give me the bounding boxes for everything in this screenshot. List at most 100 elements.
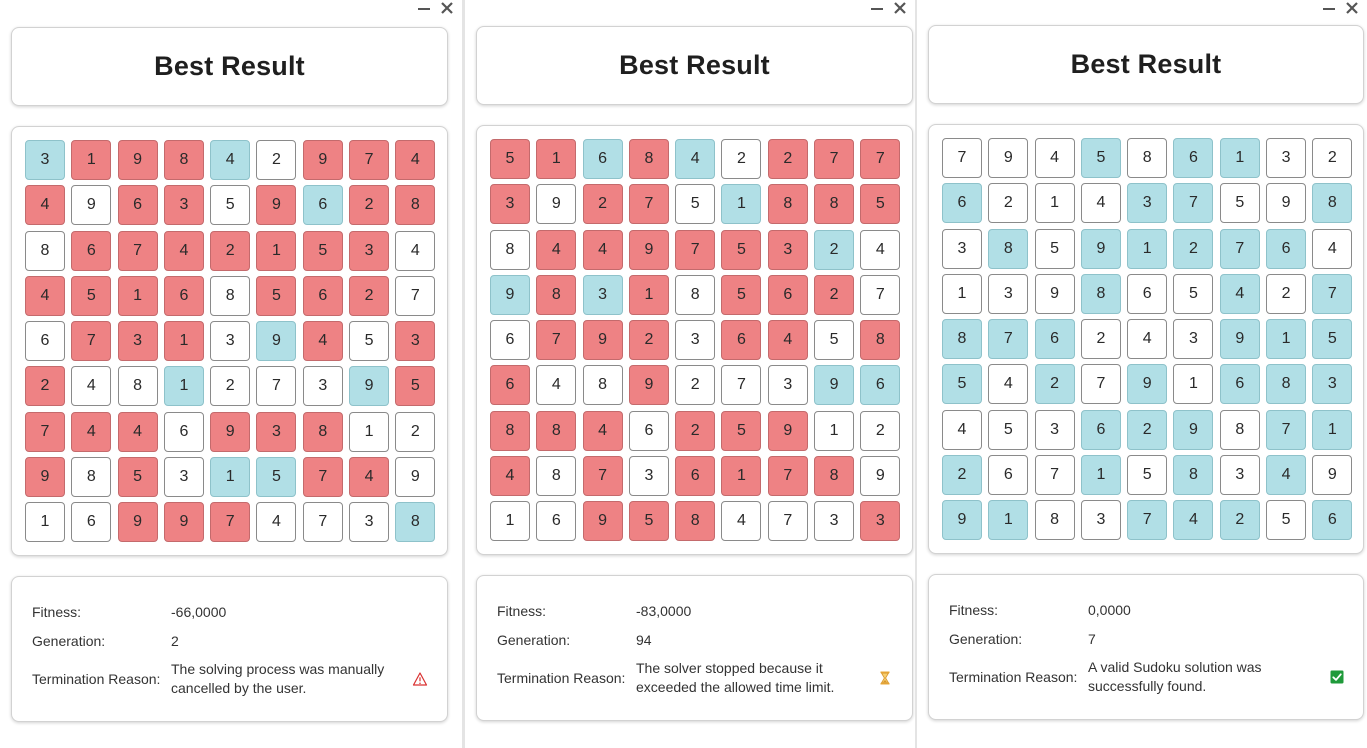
panel-title: Best Result: [1070, 49, 1222, 79]
sudoku-cell: 8: [942, 319, 982, 360]
sudoku-cell: 7: [210, 502, 251, 543]
result-info-card: Fitness: -66,0000 Generation: 2 Termination …: [11, 576, 448, 722]
sudoku-cell: 8: [1173, 455, 1214, 496]
close-icon[interactable]: [893, 1, 907, 16]
sudoku-cell: 4: [536, 229, 577, 270]
sudoku-cell: 9: [536, 184, 577, 225]
sudoku-cell: 9: [814, 365, 855, 406]
sudoku-cell: 6: [71, 230, 112, 271]
sudoku-cell: 4: [25, 185, 65, 226]
sudoku-cell: 2: [860, 410, 901, 451]
sudoku-cell: 6: [1266, 228, 1307, 269]
sudoku-cell: 1: [721, 184, 762, 225]
sudoku-cell: 7: [256, 366, 297, 407]
sudoku-cell: 9: [1080, 228, 1121, 269]
generation-value: 7: [1088, 631, 1096, 647]
sudoku-cell: 9: [256, 185, 297, 226]
sudoku-cell: 4: [1266, 455, 1307, 496]
sudoku-cell: 3: [1312, 364, 1353, 405]
sudoku-cell: 6: [1080, 409, 1121, 450]
sudoku-cell: 4: [395, 230, 436, 271]
minimize-icon[interactable]: [1323, 6, 1335, 10]
sudoku-cell: 5: [1034, 228, 1075, 269]
sudoku-cell: 8: [302, 411, 343, 452]
sudoku-cell: 2: [349, 275, 390, 316]
sudoku-cell: 8: [71, 457, 112, 498]
sudoku-cell: 2: [1266, 273, 1307, 314]
sudoku-cell: 7: [117, 230, 158, 271]
sudoku-cell: 7: [814, 139, 855, 179]
sudoku-cell: 2: [582, 184, 623, 225]
sudoku-cell: 1: [1173, 364, 1214, 405]
hourglass-icon: [877, 670, 893, 686]
sudoku-cell: 6: [490, 365, 530, 406]
sudoku-cell: 1: [163, 366, 204, 407]
sudoku-cell: 4: [1312, 228, 1353, 269]
sudoku-cell: 7: [1080, 364, 1121, 405]
sudoku-cell: 3: [490, 184, 530, 225]
sudoku-cell: 8: [1034, 500, 1075, 541]
sudoku-grid-card: 3198429744963596288674215344516856276731…: [11, 126, 448, 556]
sudoku-cell: 9: [117, 502, 158, 543]
sudoku-cell: 5: [988, 409, 1029, 450]
generation-value: 2: [171, 633, 179, 649]
sudoku-grid-card: 5168422773927518858449753249831856276792…: [476, 125, 913, 555]
sudoku-cell: 4: [25, 275, 65, 316]
sudoku-cell: 4: [582, 229, 623, 270]
fitness-value: -66,0000: [171, 604, 227, 620]
sudoku-cell: 3: [210, 321, 251, 362]
sudoku-cell: 2: [210, 230, 251, 271]
sudoku-cell: 1: [163, 321, 204, 362]
result-info-card: Fitness: 0,0000 Generation: 7 Termination Re…: [928, 574, 1364, 720]
sudoku-cell: 2: [25, 366, 65, 407]
sudoku-cell: 5: [942, 364, 982, 405]
sudoku-cell: 8: [675, 501, 716, 542]
fitness-label: Fitness:: [949, 602, 999, 618]
sudoku-cell: 1: [1266, 319, 1307, 360]
window-controls: [1323, 0, 1359, 16]
sudoku-cell: 1: [536, 139, 577, 179]
termination-reason-line-2: cancelled by the user.: [171, 680, 307, 696]
sudoku-cell: 5: [490, 139, 530, 179]
sudoku-cell: 3: [256, 411, 297, 452]
result-window-1: Best Result 3 1 9 8 4 2 9 7 4 4 9 6 3 5 9 6 2 8 8 6 7 4 2 1 5 3 4 4 5…: [0, 0, 465, 748]
sudoku-cell: 4: [117, 411, 158, 452]
sudoku-cell: 4: [582, 410, 623, 451]
sudoku-cell: 3: [582, 274, 623, 315]
sudoku-cell: 9: [302, 140, 343, 180]
sudoku-cell: 3: [942, 228, 982, 269]
sudoku-cell: 1: [721, 456, 762, 497]
sudoku-cell: 1: [1127, 228, 1168, 269]
sudoku-cell: 4: [349, 457, 390, 498]
sudoku-cell: 6: [1034, 319, 1075, 360]
sudoku-cell: 4: [490, 456, 530, 497]
close-icon[interactable]: [1345, 1, 1359, 16]
title-card: Best Result: [928, 25, 1364, 104]
minimize-icon[interactable]: [871, 6, 883, 10]
sudoku-cell: 7: [25, 411, 65, 452]
sudoku-cell: 8: [860, 320, 901, 361]
sudoku-cell: 2: [349, 185, 390, 226]
warning-icon: [412, 671, 428, 687]
sudoku-cell: 8: [814, 184, 855, 225]
sudoku-cell: 6: [490, 320, 530, 361]
sudoku-cell: 3: [163, 185, 204, 226]
sudoku-cell: 5: [1219, 183, 1260, 224]
minimize-icon[interactable]: [418, 6, 430, 10]
sudoku-cell: 5: [721, 274, 762, 315]
sudoku-cell: 9: [163, 502, 204, 543]
generation-label: Generation:: [497, 632, 571, 648]
sudoku-cell: 1: [988, 500, 1029, 541]
termination-reason-line-1: The solver stopped because it: [636, 660, 823, 676]
sudoku-cell: 4: [675, 139, 716, 179]
termination-reason-line-1: A valid Sudoku solution was: [1088, 659, 1262, 675]
sudoku-cell: 4: [395, 140, 436, 180]
sudoku-cell: 9: [1173, 409, 1214, 450]
sudoku-cell: 4: [1080, 183, 1121, 224]
sudoku-cell: 5: [1127, 455, 1168, 496]
sudoku-cell: 8: [1312, 183, 1353, 224]
sudoku-cell: 9: [582, 320, 623, 361]
sudoku-cell: 5: [349, 321, 390, 362]
close-icon[interactable]: [440, 1, 454, 16]
sudoku-cell: 5: [1080, 138, 1121, 178]
